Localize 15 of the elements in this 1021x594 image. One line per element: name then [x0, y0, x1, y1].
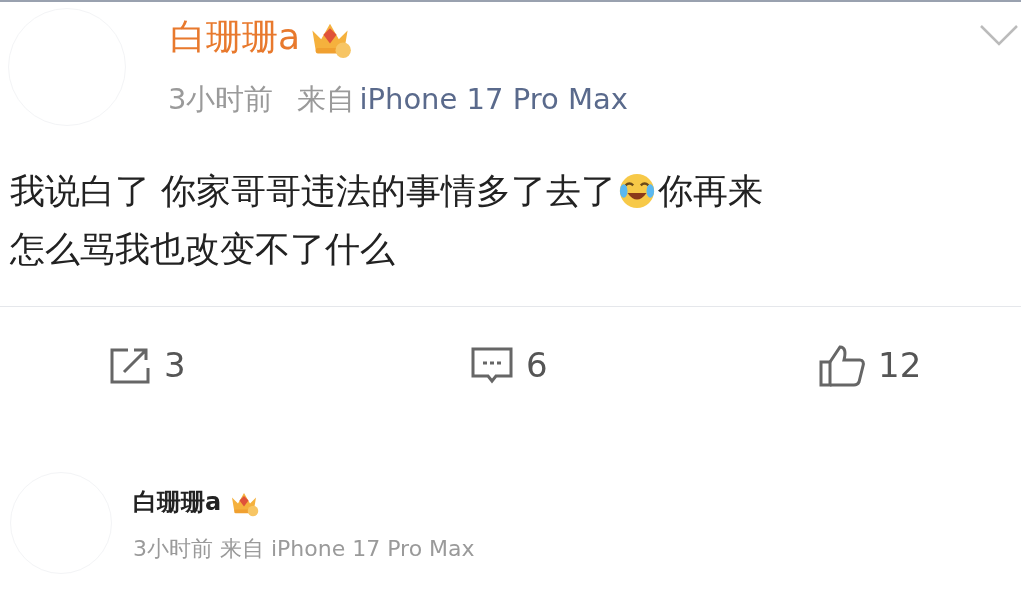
chevron-down-icon[interactable]: [979, 24, 1019, 46]
repost-button[interactable]: 3: [108, 340, 186, 391]
post-time: 3小时前: [168, 81, 274, 118]
comment-meta: 3小时前 来自 iPhone 17 Pro Max: [133, 535, 475, 563]
laughing-crying-emoji-icon: [618, 172, 657, 210]
device-link[interactable]: iPhone 17 Pro Max: [359, 78, 628, 122]
post-text-second-line: 怎么骂我也改变不了什么: [10, 228, 395, 271]
source-label: 来自: [297, 81, 356, 118]
post-text: 我说白了 你家哥哥违法的事情多了去了: [10, 170, 617, 213]
comment-button[interactable]: 6: [470, 340, 548, 391]
post-text-continued: 你再来: [658, 170, 764, 213]
like-button[interactable]: 12: [818, 340, 922, 391]
commenter-name[interactable]: 白珊珊a: [133, 484, 222, 520]
comment-icon: [470, 345, 514, 386]
like-icon: [818, 343, 866, 388]
